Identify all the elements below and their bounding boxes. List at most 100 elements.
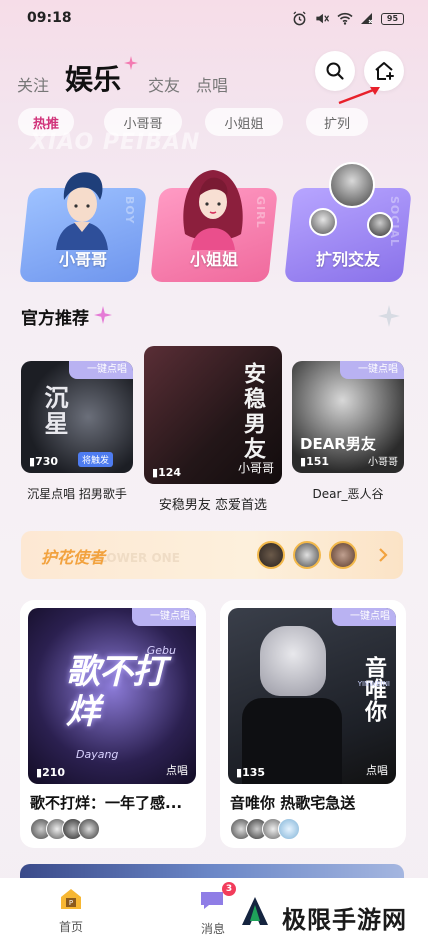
chip-hot[interactable]: 热推 bbox=[18, 108, 74, 136]
search-icon bbox=[326, 62, 344, 80]
avatar bbox=[278, 818, 300, 840]
room-cover-en1-2: YINWEINI bbox=[357, 680, 390, 688]
boy-avatar-illustration bbox=[56, 172, 108, 250]
chevron-right-icon[interactable] bbox=[377, 547, 389, 563]
listener-count-1: ▮730 bbox=[29, 455, 58, 468]
guardian-banner[interactable]: FLOWER ONE 护花使者 bbox=[21, 531, 403, 579]
avatar bbox=[78, 818, 100, 840]
tab-follow[interactable]: 关注 bbox=[17, 72, 49, 96]
sparkle-icon bbox=[124, 56, 138, 70]
room-count-1: ▮210 bbox=[36, 766, 65, 779]
recommend-card-2[interactable]: 安稳男友 小哥哥 ▮124 bbox=[144, 346, 282, 484]
guardian-avatar-1 bbox=[257, 541, 285, 569]
home-add-icon bbox=[375, 62, 394, 80]
room-card-1[interactable]: 歌不打烊 Gebu Dayang 一键点唱 ▮210 点唱 歌不打烊：一年了感.… bbox=[20, 600, 206, 848]
battery-icon: 95 bbox=[381, 12, 404, 25]
tab-friends[interactable]: 交友 bbox=[148, 72, 180, 96]
pointer-arrow-icon bbox=[338, 87, 380, 105]
one-click-badge-room-2: 一键点唱 bbox=[332, 608, 396, 626]
room-cover-text-2: 音唯你 bbox=[361, 656, 386, 722]
recommend-caption-3: Dear_恶人谷 bbox=[312, 487, 384, 501]
recommend-sub-3: 小哥哥 bbox=[368, 457, 398, 468]
category-social-label: 扩列交友 bbox=[315, 250, 380, 269]
room-cover-figure-2 bbox=[260, 626, 326, 696]
one-click-badge-room-1: 一键点唱 bbox=[132, 608, 196, 626]
room-cover-en2-1: Dayang bbox=[76, 748, 119, 761]
room-tag-1: 点唱 bbox=[166, 764, 188, 777]
status-icons: 95 bbox=[292, 11, 404, 26]
room-avatars-1 bbox=[30, 818, 100, 840]
listener-count-value-3: 151 bbox=[306, 455, 330, 468]
tab-messages-label: 消息 bbox=[201, 922, 226, 936]
listener-count-value-1: 730 bbox=[35, 455, 59, 468]
recommend-cover-text-1: 沉星 bbox=[40, 385, 68, 437]
listener-count-2: ▮124 bbox=[152, 466, 181, 479]
recommend-sub-2: 小哥哥 bbox=[237, 461, 274, 475]
battery-level: 95 bbox=[386, 13, 399, 23]
room-cover-en1-1: Gebu bbox=[146, 644, 176, 657]
chip-expand-label: 扩列 bbox=[323, 116, 350, 132]
category-social[interactable]: SOCIAL 扩列交友 bbox=[284, 162, 412, 282]
room-cover-2: 音唯你 YINWEINI 一键点唱 ▮135 点唱 bbox=[228, 608, 396, 784]
title-sparkle-icon bbox=[94, 306, 112, 324]
cellular-x-icon bbox=[361, 13, 373, 24]
section-title: 官方推荐 bbox=[21, 304, 89, 329]
room-avatars-2 bbox=[230, 818, 300, 840]
section-title-text: 官方推荐 bbox=[21, 309, 89, 329]
chip-boys[interactable]: 小哥哥 bbox=[104, 108, 182, 136]
room-count-value-1: 210 bbox=[42, 766, 66, 779]
section-sparkle-icon bbox=[378, 305, 400, 327]
room-tag-2: 点唱 bbox=[366, 764, 388, 777]
recommend-caption-1: 沉星点唱 招男歌手 bbox=[27, 487, 127, 501]
chip-expand[interactable]: 扩列 bbox=[306, 108, 368, 136]
alarm-icon bbox=[293, 11, 306, 26]
category-girls-vertical-text: GIRL bbox=[254, 196, 267, 229]
message-badge: 3 bbox=[222, 882, 236, 896]
guardian-avatar-3 bbox=[329, 541, 357, 569]
tab-entertainment[interactable]: 娱乐 bbox=[65, 58, 121, 98]
guardian-avatar-2 bbox=[293, 541, 321, 569]
category-boys-label: 小哥哥 bbox=[58, 250, 107, 269]
room-title-2: 音唯你 热歌宅急送 bbox=[230, 794, 356, 812]
room-cover-text-1: 歌不打烊 bbox=[66, 652, 166, 732]
category-boys-vertical-text: BOY bbox=[123, 196, 136, 225]
listener-count-3: ▮151 bbox=[300, 455, 329, 468]
tab-home[interactable]: P bbox=[58, 886, 84, 916]
message-tab-icon bbox=[201, 892, 223, 909]
category-girls-label: 小姐姐 bbox=[189, 250, 238, 269]
wifi-icon bbox=[337, 12, 353, 25]
room-cover-1: 歌不打烊 Gebu Dayang 一键点唱 ▮210 点唱 bbox=[28, 608, 196, 784]
chip-girls[interactable]: 小姐姐 bbox=[205, 108, 283, 136]
social-avatar-large bbox=[329, 162, 375, 208]
room-title-1: 歌不打烊：一年了感... bbox=[30, 794, 183, 812]
social-avatar-left bbox=[309, 208, 337, 236]
recommend-sub-1: 将触发 bbox=[77, 452, 113, 467]
category-boys[interactable]: BOY 小哥哥 bbox=[19, 162, 147, 282]
chip-hot-label: 热推 bbox=[32, 116, 59, 132]
room-count-value-2: 135 bbox=[242, 766, 266, 779]
category-girls[interactable]: GIRL 小姐姐 bbox=[150, 162, 278, 282]
recommend-caption-2: 安稳男友 恋爱首选 bbox=[158, 498, 268, 513]
chip-boys-label: 小哥哥 bbox=[123, 116, 163, 132]
room-card-2[interactable]: 音唯你 YINWEINI 一键点唱 ▮135 点唱 音唯你 热歌宅急送 bbox=[220, 600, 406, 848]
social-avatar-right bbox=[367, 212, 393, 238]
girl-avatar-illustration bbox=[183, 170, 243, 250]
svg-text:P: P bbox=[69, 899, 73, 907]
recommend-cover-text-3: DEAR男友 bbox=[300, 435, 376, 453]
tab-messages[interactable] bbox=[199, 888, 225, 916]
watermark-logo bbox=[236, 893, 274, 931]
one-click-badge-3: 一键点唱 bbox=[340, 361, 404, 379]
room-count-2: ▮135 bbox=[236, 766, 265, 779]
recommend-cover-text-2: 安稳男友 bbox=[240, 362, 265, 462]
one-click-badge-1: 一键点唱 bbox=[69, 361, 133, 379]
recommend-card-1[interactable]: 沉星 一键点唱 将触发 ▮730 bbox=[21, 361, 133, 473]
chip-girls-label: 小姐姐 bbox=[224, 116, 264, 132]
status-bar: 09:18 95 bbox=[0, 0, 428, 36]
status-time: 09:18 bbox=[27, 10, 72, 26]
banner-title: 护花使者 bbox=[41, 548, 106, 567]
listener-count-value-2: 124 bbox=[158, 466, 182, 479]
tab-sing[interactable]: 点唱 bbox=[196, 72, 228, 96]
recommend-card-3[interactable]: DEAR男友 一键点唱 小哥哥 ▮151 bbox=[292, 361, 404, 473]
mute-icon bbox=[316, 13, 330, 24]
home-tab-icon: P bbox=[61, 889, 81, 909]
